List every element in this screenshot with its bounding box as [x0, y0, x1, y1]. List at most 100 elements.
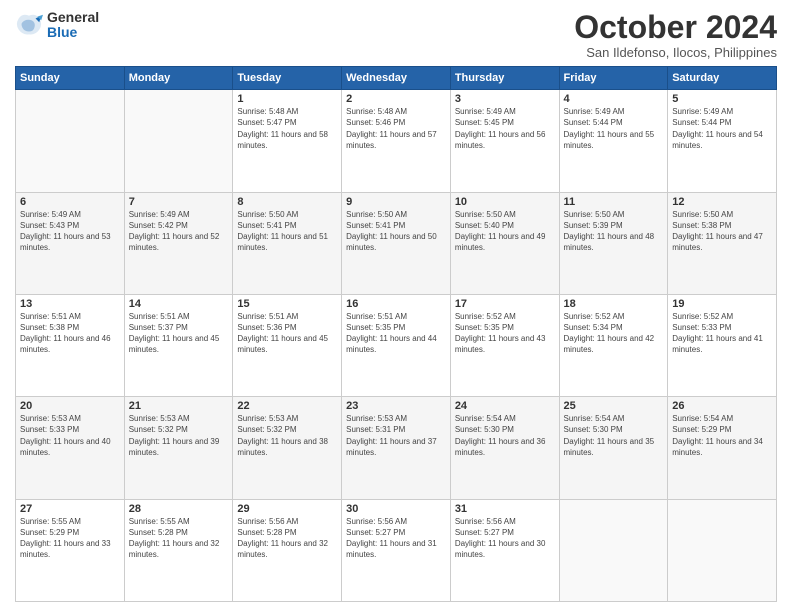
sunrise-text: Sunrise: 5:52 AM [672, 312, 733, 321]
sunset-text: Sunset: 5:47 PM [237, 118, 296, 127]
location-subtitle: San Ildefonso, Ilocos, Philippines [574, 45, 777, 60]
day-number: 7 [129, 196, 229, 208]
sunset-text: Sunset: 5:45 PM [455, 118, 514, 127]
table-row: 24 Sunrise: 5:54 AM Sunset: 5:30 PM Dayl… [450, 397, 559, 499]
table-row: 6 Sunrise: 5:49 AM Sunset: 5:43 PM Dayli… [16, 192, 125, 294]
calendar-week-row: 27 Sunrise: 5:55 AM Sunset: 5:29 PM Dayl… [16, 499, 777, 601]
table-row: 5 Sunrise: 5:49 AM Sunset: 5:44 PM Dayli… [668, 90, 777, 192]
day-number: 15 [237, 298, 337, 310]
day-info: Sunrise: 5:50 AM Sunset: 5:41 PM Dayligh… [237, 209, 337, 254]
sunrise-text: Sunrise: 5:50 AM [672, 210, 733, 219]
day-info: Sunrise: 5:54 AM Sunset: 5:29 PM Dayligh… [672, 413, 772, 458]
daylight-text: Daylight: 11 hours and 47 minutes. [672, 232, 763, 252]
table-row: 1 Sunrise: 5:48 AM Sunset: 5:47 PM Dayli… [233, 90, 342, 192]
day-number: 20 [20, 400, 120, 412]
sunset-text: Sunset: 5:42 PM [129, 221, 188, 230]
sunrise-text: Sunrise: 5:53 AM [20, 414, 81, 423]
col-wednesday: Wednesday [342, 67, 451, 90]
sunrise-text: Sunrise: 5:52 AM [455, 312, 516, 321]
day-info: Sunrise: 5:49 AM Sunset: 5:44 PM Dayligh… [672, 106, 772, 151]
day-number: 19 [672, 298, 772, 310]
sunrise-text: Sunrise: 5:51 AM [20, 312, 81, 321]
daylight-text: Daylight: 11 hours and 50 minutes. [346, 232, 437, 252]
daylight-text: Daylight: 11 hours and 52 minutes. [129, 232, 220, 252]
day-number: 13 [20, 298, 120, 310]
table-row [16, 90, 125, 192]
table-row: 14 Sunrise: 5:51 AM Sunset: 5:37 PM Dayl… [124, 294, 233, 396]
col-sunday: Sunday [16, 67, 125, 90]
table-row: 23 Sunrise: 5:53 AM Sunset: 5:31 PM Dayl… [342, 397, 451, 499]
day-info: Sunrise: 5:53 AM Sunset: 5:32 PM Dayligh… [237, 413, 337, 458]
calendar-week-row: 20 Sunrise: 5:53 AM Sunset: 5:33 PM Dayl… [16, 397, 777, 499]
daylight-text: Daylight: 11 hours and 46 minutes. [20, 334, 111, 354]
day-info: Sunrise: 5:49 AM Sunset: 5:44 PM Dayligh… [564, 106, 664, 151]
day-info: Sunrise: 5:48 AM Sunset: 5:46 PM Dayligh… [346, 106, 446, 151]
logo-blue: Blue [47, 25, 99, 40]
table-row: 22 Sunrise: 5:53 AM Sunset: 5:32 PM Dayl… [233, 397, 342, 499]
table-row: 27 Sunrise: 5:55 AM Sunset: 5:29 PM Dayl… [16, 499, 125, 601]
day-info: Sunrise: 5:54 AM Sunset: 5:30 PM Dayligh… [455, 413, 555, 458]
day-number: 14 [129, 298, 229, 310]
day-number: 22 [237, 400, 337, 412]
daylight-text: Daylight: 11 hours and 45 minutes. [237, 334, 328, 354]
table-row: 30 Sunrise: 5:56 AM Sunset: 5:27 PM Dayl… [342, 499, 451, 601]
day-info: Sunrise: 5:52 AM Sunset: 5:34 PM Dayligh… [564, 311, 664, 356]
daylight-text: Daylight: 11 hours and 31 minutes. [346, 539, 437, 559]
daylight-text: Daylight: 11 hours and 43 minutes. [455, 334, 546, 354]
logo: General Blue [15, 10, 99, 41]
table-row: 10 Sunrise: 5:50 AM Sunset: 5:40 PM Dayl… [450, 192, 559, 294]
table-row: 4 Sunrise: 5:49 AM Sunset: 5:44 PM Dayli… [559, 90, 668, 192]
table-row [559, 499, 668, 601]
sunrise-text: Sunrise: 5:51 AM [237, 312, 298, 321]
sunset-text: Sunset: 5:27 PM [346, 528, 405, 537]
day-number: 17 [455, 298, 555, 310]
sunset-text: Sunset: 5:44 PM [672, 118, 731, 127]
day-info: Sunrise: 5:50 AM Sunset: 5:41 PM Dayligh… [346, 209, 446, 254]
col-friday: Friday [559, 67, 668, 90]
day-number: 29 [237, 503, 337, 515]
sunrise-text: Sunrise: 5:52 AM [564, 312, 625, 321]
daylight-text: Daylight: 11 hours and 37 minutes. [346, 437, 437, 457]
sunrise-text: Sunrise: 5:53 AM [346, 414, 407, 423]
sunset-text: Sunset: 5:36 PM [237, 323, 296, 332]
sunset-text: Sunset: 5:35 PM [346, 323, 405, 332]
day-info: Sunrise: 5:53 AM Sunset: 5:33 PM Dayligh… [20, 413, 120, 458]
daylight-text: Daylight: 11 hours and 54 minutes. [672, 130, 763, 150]
day-number: 11 [564, 196, 664, 208]
table-row: 15 Sunrise: 5:51 AM Sunset: 5:36 PM Dayl… [233, 294, 342, 396]
sunset-text: Sunset: 5:28 PM [129, 528, 188, 537]
day-number: 31 [455, 503, 555, 515]
daylight-text: Daylight: 11 hours and 57 minutes. [346, 130, 437, 150]
table-row [124, 90, 233, 192]
month-title: October 2024 [574, 10, 777, 45]
day-number: 8 [237, 196, 337, 208]
day-number: 6 [20, 196, 120, 208]
sunrise-text: Sunrise: 5:54 AM [455, 414, 516, 423]
calendar-header-row: Sunday Monday Tuesday Wednesday Thursday… [16, 67, 777, 90]
day-number: 1 [237, 93, 337, 105]
day-info: Sunrise: 5:48 AM Sunset: 5:47 PM Dayligh… [237, 106, 337, 151]
sunset-text: Sunset: 5:33 PM [20, 425, 79, 434]
calendar-week-row: 1 Sunrise: 5:48 AM Sunset: 5:47 PM Dayli… [16, 90, 777, 192]
day-info: Sunrise: 5:49 AM Sunset: 5:42 PM Dayligh… [129, 209, 229, 254]
page: General Blue October 2024 San Ildefonso,… [0, 0, 792, 612]
sunrise-text: Sunrise: 5:50 AM [346, 210, 407, 219]
daylight-text: Daylight: 11 hours and 33 minutes. [20, 539, 111, 559]
daylight-text: Daylight: 11 hours and 55 minutes. [564, 130, 655, 150]
table-row: 28 Sunrise: 5:55 AM Sunset: 5:28 PM Dayl… [124, 499, 233, 601]
table-row: 26 Sunrise: 5:54 AM Sunset: 5:29 PM Dayl… [668, 397, 777, 499]
table-row: 18 Sunrise: 5:52 AM Sunset: 5:34 PM Dayl… [559, 294, 668, 396]
sunrise-text: Sunrise: 5:49 AM [455, 107, 516, 116]
sunset-text: Sunset: 5:30 PM [564, 425, 623, 434]
daylight-text: Daylight: 11 hours and 48 minutes. [564, 232, 655, 252]
day-info: Sunrise: 5:49 AM Sunset: 5:45 PM Dayligh… [455, 106, 555, 151]
day-number: 10 [455, 196, 555, 208]
day-info: Sunrise: 5:50 AM Sunset: 5:38 PM Dayligh… [672, 209, 772, 254]
sunrise-text: Sunrise: 5:49 AM [672, 107, 733, 116]
calendar-week-row: 6 Sunrise: 5:49 AM Sunset: 5:43 PM Dayli… [16, 192, 777, 294]
sunrise-text: Sunrise: 5:55 AM [20, 517, 81, 526]
day-number: 25 [564, 400, 664, 412]
sunrise-text: Sunrise: 5:51 AM [346, 312, 407, 321]
daylight-text: Daylight: 11 hours and 45 minutes. [129, 334, 220, 354]
daylight-text: Daylight: 11 hours and 42 minutes. [564, 334, 655, 354]
